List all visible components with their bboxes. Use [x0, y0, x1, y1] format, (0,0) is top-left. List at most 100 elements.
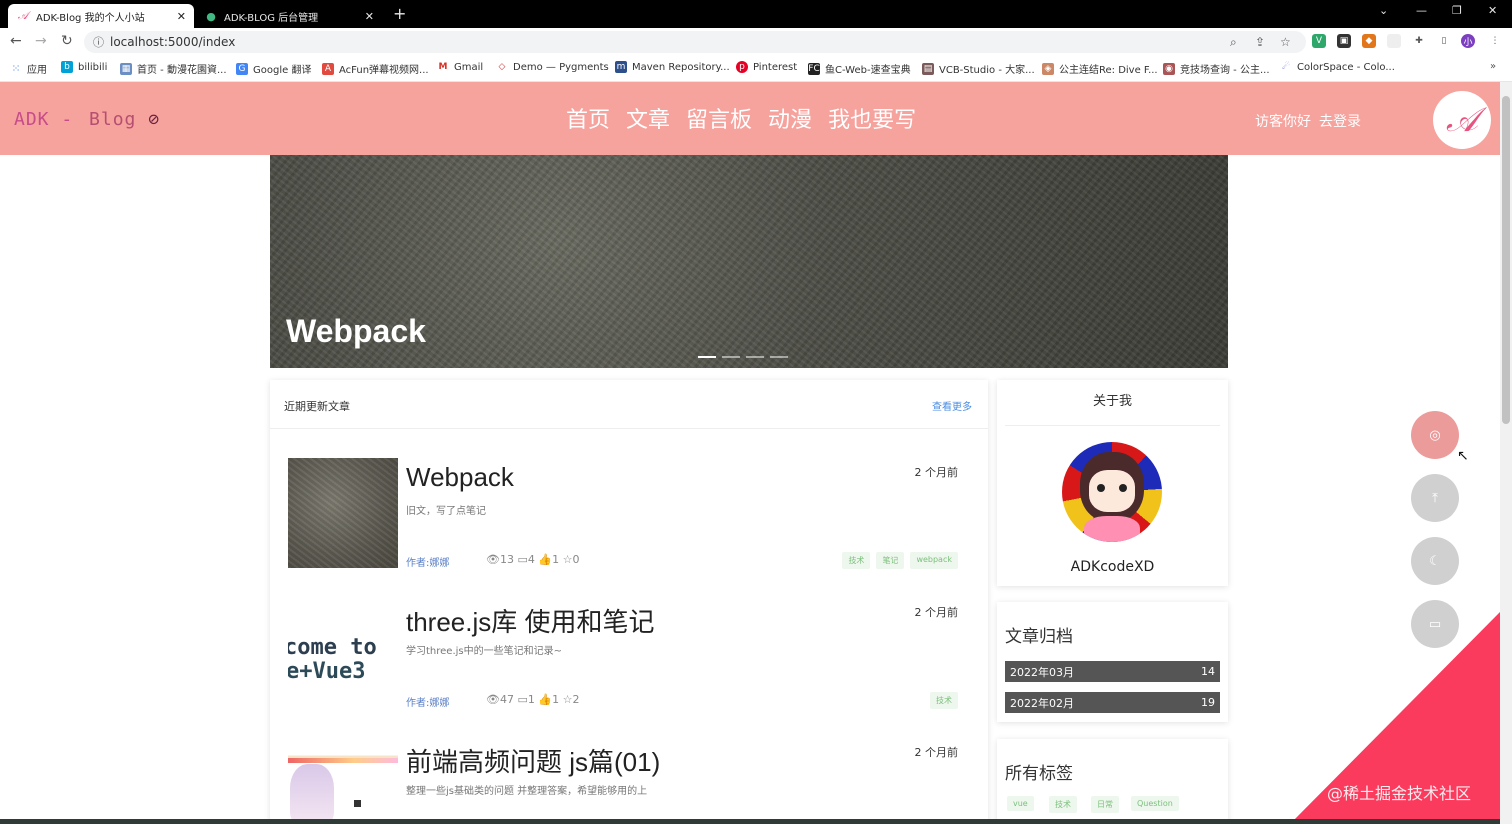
post-thumbnail[interactable] — [288, 738, 398, 824]
post-item[interactable]: Webpack 旧文，写了点笔记 作者:娜娜 👁13 ▭4 👍1 ☆0 2 个月… — [288, 458, 978, 570]
tab-title: ADK-BLOG 后台管理 — [224, 12, 319, 24]
scrollbar-thumb[interactable] — [1502, 96, 1510, 424]
post-thumbnail[interactable] — [288, 458, 398, 568]
tag-chip[interactable]: 技术 — [842, 552, 871, 569]
site-logo[interactable]: ADK - Blog ⊘ — [14, 109, 160, 130]
circle-icon: ◎ — [1429, 427, 1441, 443]
bookmark-google-translate[interactable]: G Google 翻译 — [236, 61, 311, 76]
message-fab[interactable]: ▭ — [1411, 600, 1459, 648]
carousel-dot[interactable] — [746, 356, 764, 358]
nav-home[interactable]: 首页 — [566, 102, 610, 134]
browser-tab-active[interactable]: 𝒜 ADK-Blog 我的个人小站 ✕ — [8, 4, 194, 28]
recent-posts-card: 近期更新文章 查看更多 Webpack 旧文，写了点笔记 作者:娜娜 👁13 ▭… — [270, 380, 988, 824]
window-close-icon[interactable]: ✕ — [1488, 4, 1497, 17]
menu-kebab-icon[interactable]: ⋮ — [1488, 34, 1502, 48]
share-icon[interactable]: ⇪ — [1255, 35, 1265, 49]
pinterest-icon: p — [736, 61, 748, 73]
taskbar-strip — [0, 819, 1500, 824]
tag-chip[interactable]: 日常 — [1091, 796, 1119, 813]
bookmark-dmhy[interactable]: ▦ 首页 - 動漫花園資... — [120, 61, 227, 76]
zoom-icon[interactable]: ⌕ — [1230, 35, 1237, 50]
post-title[interactable]: 前端高频问题 js篇(01) — [406, 742, 660, 779]
reload-icon[interactable]: ↻ — [61, 33, 73, 49]
carousel-dot[interactable] — [698, 356, 716, 358]
carousel-dot[interactable] — [770, 356, 788, 358]
bookmark-bilibili[interactable]: b bilibili — [61, 61, 107, 73]
close-icon[interactable]: ✕ — [365, 10, 374, 23]
mouse-cursor-icon: ↖ — [1457, 448, 1469, 464]
user-avatar[interactable]: 𝒜 — [1433, 91, 1491, 149]
bookmark-fishc[interactable]: FC 鱼C-Web-速查宝典 — [808, 61, 911, 76]
browser-tab-inactive[interactable]: ● ADK-BLOG 后台管理 ✕ — [196, 4, 382, 28]
new-tab-icon[interactable]: + — [393, 4, 406, 23]
back-to-top-fab[interactable]: ⤒ — [1411, 474, 1459, 522]
settings-fab[interactable]: ◎ — [1411, 411, 1459, 459]
bookmark-colorspace[interactable]: ☄ ColorSpace - Colo... — [1280, 61, 1395, 73]
tag-chip[interactable]: 技术 — [930, 692, 958, 709]
view-more-link[interactable]: 查看更多 — [932, 398, 972, 413]
carousel-indicators — [698, 356, 788, 358]
author-name: ADKcodeXD — [1070, 559, 1155, 575]
profile-avatar-icon[interactable]: 小 — [1461, 34, 1475, 48]
bookmark-apps[interactable]: ⁙ 应用 — [10, 61, 47, 76]
vue-devtools-icon[interactable]: V — [1312, 34, 1326, 48]
metamask-icon[interactable]: ◆ — [1362, 34, 1376, 48]
address-input[interactable]: ⓘ localhost:5000/index — [84, 31, 1306, 53]
author-avatar[interactable] — [1062, 442, 1162, 542]
minimize-icon[interactable]: — — [1416, 4, 1427, 17]
bookmark-acfun[interactable]: A AcFun弹幕视频网... — [322, 61, 429, 76]
restore-icon[interactable]: ❐ — [1452, 4, 1462, 17]
back-icon[interactable]: ← — [10, 33, 22, 49]
post-tags: 技术 笔记 webpack — [842, 552, 958, 569]
bookmark-vcb[interactable]: ▤ VCB-Studio - 大家... — [922, 61, 1035, 76]
visitor-greeting: 访客你好 去登录 — [1255, 114, 1361, 130]
fishc-icon: FC — [808, 62, 820, 75]
side-panel-icon[interactable]: ▯ — [1437, 34, 1451, 48]
tab-search-icon[interactable]: ⌄ — [1379, 4, 1388, 17]
eye-icon: 👁 — [486, 693, 500, 706]
tag-chip[interactable]: webpack — [910, 552, 958, 569]
post-thumbnail[interactable]: come to e+Vue3 — [288, 598, 398, 708]
tag-chip[interactable]: vue — [1007, 796, 1034, 811]
nav-guestbook[interactable]: 留言板 — [686, 102, 752, 134]
close-icon[interactable]: ✕ — [177, 10, 186, 23]
archive-row[interactable]: 2022年02月 19 — [1005, 692, 1220, 713]
post-title[interactable]: three.js库 使用和笔记 — [406, 602, 655, 639]
bookmark-arena[interactable]: ◉ 竞技场查询 - 公主... — [1163, 61, 1270, 76]
bookmark-pygments[interactable]: ◇ Demo — Pygments — [496, 61, 609, 73]
info-icon[interactable]: ⓘ — [93, 34, 104, 50]
recent-posts-heading: 近期更新文章 — [284, 400, 350, 413]
post-author[interactable]: 作者:娜娜 — [406, 554, 449, 569]
star-bookmark-icon[interactable]: ☆ — [1280, 35, 1291, 49]
nav-articles[interactable]: 文章 — [626, 102, 670, 134]
puzzle-icon[interactable]: ✚ — [1412, 34, 1426, 48]
tag-chip[interactable]: Question — [1131, 796, 1179, 811]
bookmark-gmail[interactable]: M Gmail — [437, 61, 484, 73]
login-link[interactable]: 去登录 — [1319, 114, 1361, 130]
arrow-up-icon: ⤒ — [1432, 490, 1438, 506]
bookmark-pinterest[interactable]: p Pinterest — [736, 61, 797, 73]
hero-carousel[interactable]: Webpack — [270, 155, 1228, 368]
nav-write[interactable]: 我也要写 — [828, 102, 916, 134]
dark-mode-fab[interactable]: ☾ — [1411, 537, 1459, 585]
star-icon: ☆ — [562, 693, 573, 706]
acfun-icon: A — [322, 62, 334, 75]
pygments-icon: ◇ — [498, 62, 506, 72]
tag-chip[interactable]: 笔记 — [876, 552, 905, 569]
more-bookmarks-icon[interactable]: » — [1490, 61, 1496, 72]
post-item[interactable]: 前端高频问题 js篇(01) 整理一些js基础类的问题 并整理答案，希望能够用的… — [288, 738, 978, 824]
archive-row[interactable]: 2022年03月 14 — [1005, 661, 1220, 682]
forward-icon[interactable]: → — [35, 33, 47, 49]
post-item[interactable]: come to e+Vue3 three.js库 使用和笔记 学习three.j… — [288, 598, 978, 710]
post-title[interactable]: Webpack — [406, 462, 514, 493]
bookmark-maven[interactable]: m Maven Repository... — [615, 61, 730, 73]
bookmark-princess-connect[interactable]: ◈ 公主连结Re: Dive F... — [1042, 61, 1158, 76]
hero-title: Webpack — [286, 313, 426, 349]
extension-blank-icon[interactable] — [1387, 34, 1401, 48]
extension-icon[interactable]: ▣ — [1337, 34, 1351, 48]
post-author[interactable]: 作者:娜娜 — [406, 694, 449, 709]
nav-anime[interactable]: 动漫 — [768, 102, 812, 134]
carousel-dot[interactable] — [722, 356, 740, 358]
apps-grid-icon: ⁙ — [11, 62, 21, 75]
tag-chip[interactable]: 技术 — [1049, 796, 1077, 813]
